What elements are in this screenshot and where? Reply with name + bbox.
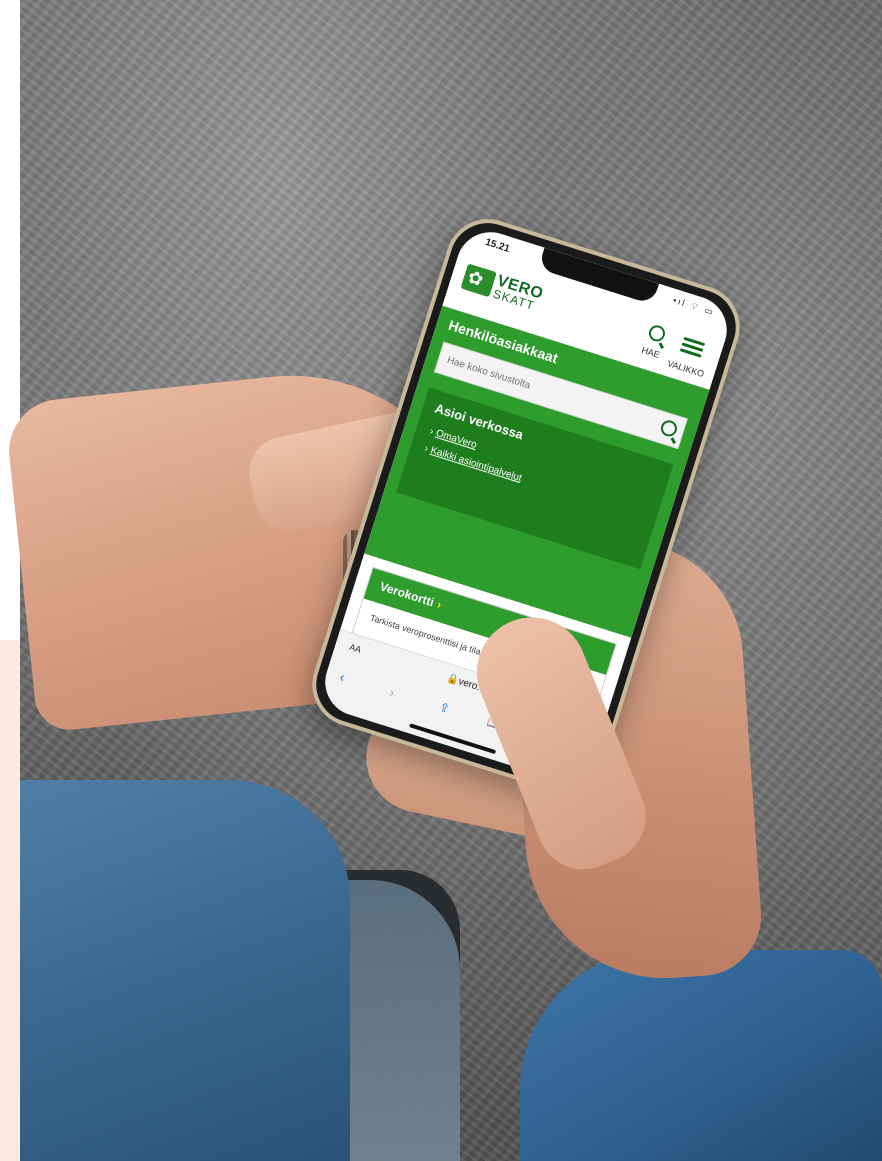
text-size-button[interactable]: AA <box>348 642 362 655</box>
search-icon <box>646 323 667 344</box>
jeans-left <box>20 780 350 1161</box>
chevron-right-icon: › <box>435 597 444 612</box>
denim-sleeve <box>520 950 882 1161</box>
vero-logo[interactable]: ✿ VERO SKATT <box>460 262 549 316</box>
search-button-label: HAE <box>640 344 662 360</box>
back-icon[interactable]: ‹ <box>338 668 347 685</box>
search-submit-button[interactable] <box>657 418 679 443</box>
logo-emblem-icon: ✿ <box>460 263 497 298</box>
home-indicator[interactable] <box>409 723 497 755</box>
peach-border <box>0 640 22 1161</box>
search-button[interactable]: HAE <box>640 323 668 360</box>
share-icon[interactable]: ⇪ <box>438 700 452 716</box>
status-time: 15.21 <box>483 236 512 255</box>
forward-icon[interactable]: › <box>387 684 396 701</box>
photo: 15.21 •ıl ⌔ ▭ ✿ VERO SKATT HAE VALIKKO H… <box>0 0 882 1161</box>
search-icon <box>658 418 679 439</box>
menu-button[interactable]: VALIKKO <box>666 332 714 380</box>
tax-card-title: Verokortti› <box>378 579 444 612</box>
menu-button-label: VALIKKO <box>666 358 706 380</box>
hamburger-icon <box>679 334 706 361</box>
